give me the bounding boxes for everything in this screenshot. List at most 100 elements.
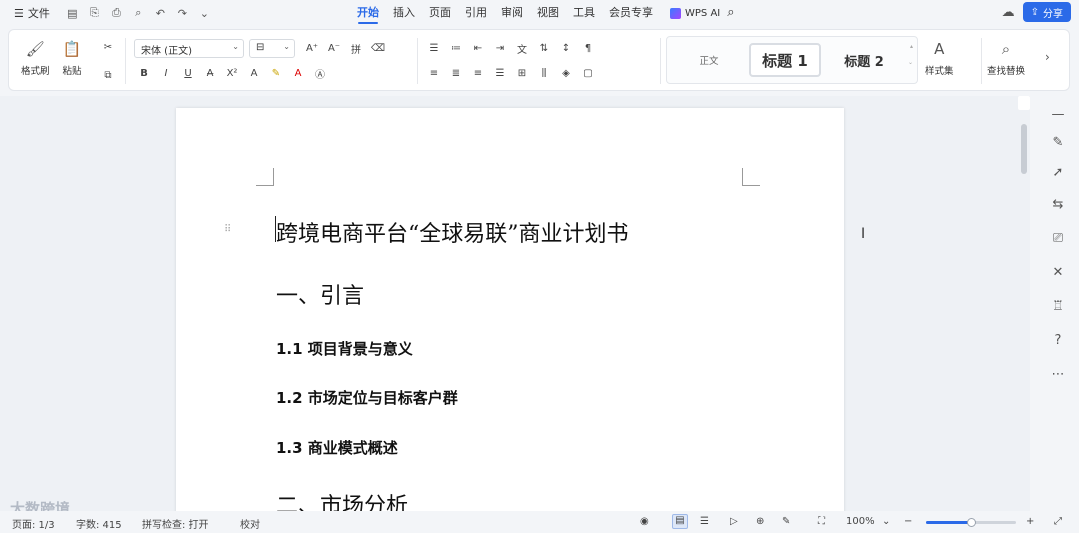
select-icon[interactable]: ➚	[1048, 162, 1068, 182]
save-icon[interactable]: ▤	[66, 7, 79, 20]
ribbon-more-icon[interactable]: ›	[1045, 50, 1050, 64]
page-count[interactable]: 页面: 1/3	[12, 516, 55, 531]
translate-icon[interactable]: ⎚	[1048, 228, 1068, 248]
font-size-select[interactable]: ⊟ ⌄	[249, 39, 295, 58]
paste-button[interactable]: 📋 粘贴	[61, 30, 83, 77]
style-heading-1[interactable]: 标题 1	[749, 43, 821, 77]
underline-icon[interactable]: U	[177, 64, 199, 82]
tools-icon[interactable]: ✕	[1048, 262, 1068, 282]
find-replace-button[interactable]: ⌕ 查找替换	[987, 30, 1025, 77]
word-count[interactable]: 字数: 415	[76, 516, 122, 531]
chevron-down-icon[interactable]: ⌄	[198, 7, 211, 20]
italic-icon[interactable]: I	[155, 64, 177, 82]
search-icon[interactable]: ⌕	[720, 0, 741, 26]
eye-protection-icon[interactable]: ◉	[640, 516, 649, 527]
copy-icon[interactable]: ⧉	[97, 66, 119, 84]
decrease-indent-icon[interactable]: ⇤	[467, 39, 489, 57]
char-shading-icon[interactable]: Ⓐ	[309, 64, 331, 82]
pen-mode-icon[interactable]: ✎	[782, 516, 790, 527]
undo-icon[interactable]: ↶	[154, 7, 167, 20]
fit-page-icon[interactable]: ⛶	[818, 516, 825, 527]
grow-font-icon[interactable]: A⁺	[301, 39, 323, 57]
line-spacing-icon[interactable]: ⇅	[533, 39, 555, 57]
print-icon[interactable]: ⎙	[110, 6, 123, 20]
more-icon[interactable]: ⋯	[1048, 364, 1068, 384]
border-icon[interactable]: ▢	[577, 64, 599, 82]
web-view-icon[interactable]: ⊕	[756, 516, 764, 527]
pen-icon[interactable]: ✎	[1048, 132, 1068, 152]
fill-color-icon[interactable]: ◈	[555, 64, 577, 82]
tab-tools[interactable]: 工具	[566, 0, 602, 26]
text-effect-icon[interactable]: A	[243, 64, 265, 82]
font-name-select[interactable]: 宋体 (正文) ⌄	[134, 39, 244, 58]
zoom-out-icon[interactable]: −	[904, 516, 912, 527]
tab-page[interactable]: 页面	[422, 0, 458, 26]
wps-ai-button[interactable]: WPS AI	[660, 7, 720, 19]
tab-references[interactable]: 引用	[458, 0, 494, 26]
strikethrough-icon[interactable]: A̶	[199, 64, 221, 82]
redo-icon[interactable]: ↷	[176, 7, 189, 20]
numbered-list-icon[interactable]: ≔	[445, 39, 467, 57]
show-marks-icon[interactable]: ¶	[577, 39, 599, 57]
vertical-scrollbar[interactable]	[1018, 96, 1030, 511]
heading-1-1[interactable]: 1.1 项目背景与意义	[276, 338, 413, 359]
zoom-slider-knob[interactable]	[966, 518, 976, 527]
help-icon[interactable]: ?	[1048, 330, 1068, 350]
proofread-button[interactable]: 校对	[240, 516, 260, 531]
justify-icon[interactable]: ☰	[489, 64, 511, 82]
column-icon[interactable]: ⫼	[533, 64, 555, 82]
superscript-icon[interactable]: X²	[221, 64, 243, 82]
increase-indent-icon[interactable]: ⇥	[489, 39, 511, 57]
highlight-icon[interactable]: ✎	[265, 64, 287, 82]
gallery-expand-icon[interactable]: ⌄	[908, 59, 913, 82]
shrink-font-icon[interactable]: A⁻	[323, 39, 345, 57]
export-pdf-icon[interactable]: ⎘	[88, 6, 101, 20]
page-view-icon[interactable]: ▤	[672, 514, 688, 529]
shirt-icon[interactable]: ♖	[1048, 296, 1068, 316]
zoom-level[interactable]: 100%	[846, 516, 875, 527]
tab-home[interactable]: 开始	[350, 0, 386, 26]
adjust-icon[interactable]: ⇆	[1048, 194, 1068, 214]
document-canvas[interactable]: ⠿ 跨境电商平台“全球易联”商业计划书 一、引言 1.1 项目背景与意义 1.2…	[0, 96, 1030, 511]
chinese-layout-icon[interactable]: 文	[511, 39, 533, 57]
document-title[interactable]: 跨境电商平台“全球易联”商业计划书	[276, 216, 629, 248]
location-pin-icon[interactable]	[1018, 96, 1030, 110]
format-painter-button[interactable]: 🖌 格式刷	[21, 30, 50, 77]
tab-member[interactable]: 会员专享	[602, 0, 660, 26]
chevron-down-icon[interactable]: ⌄	[882, 516, 890, 527]
document-page[interactable]: ⠿ 跨境电商平台“全球易联”商业计划书 一、引言 1.1 项目背景与意义 1.2…	[176, 108, 844, 511]
heading-1-3[interactable]: 1.3 商业模式概述	[276, 437, 398, 458]
sort-icon[interactable]: ↕	[555, 39, 577, 57]
collapse-icon[interactable]: —	[1048, 104, 1068, 124]
font-color-icon[interactable]: A	[287, 64, 309, 82]
spell-check-status[interactable]: 拼写检查: 打开	[142, 516, 209, 531]
bold-icon[interactable]: B	[133, 64, 155, 82]
fullscreen-icon[interactable]: ⤢	[1054, 516, 1062, 527]
style-heading-2[interactable]: 标题 2	[827, 43, 901, 77]
scrollbar-thumb[interactable]	[1021, 124, 1027, 174]
tab-review[interactable]: 审阅	[494, 0, 530, 26]
zoom-slider[interactable]	[926, 518, 1016, 527]
zoom-in-icon[interactable]: +	[1026, 516, 1034, 527]
distribute-icon[interactable]: ⊞	[511, 64, 533, 82]
paragraph-drag-handle-icon[interactable]: ⠿	[224, 224, 232, 235]
cloud-sync-icon[interactable]: ☁	[1002, 5, 1015, 20]
share-button[interactable]: ⇪ 分享	[1022, 2, 1071, 22]
heading-1-2[interactable]: 1.2 市场定位与目标客户群	[276, 387, 458, 408]
align-right-icon[interactable]: ≡	[467, 64, 489, 82]
heading-1[interactable]: 一、引言	[276, 278, 364, 310]
style-set-button[interactable]: A 样式集	[925, 30, 954, 77]
cut-icon[interactable]: ✂	[97, 38, 119, 56]
style-normal[interactable]: 正文	[671, 43, 747, 77]
tab-insert[interactable]: 插入	[386, 0, 422, 26]
outline-view-icon[interactable]: ☰	[700, 516, 709, 527]
play-icon[interactable]: ▷	[730, 516, 738, 527]
heading-2[interactable]: 二、市场分析	[276, 488, 408, 511]
phonetic-icon[interactable]: 拼	[345, 39, 367, 57]
tab-view[interactable]: 视图	[530, 0, 566, 26]
file-menu[interactable]: ☰ 文件	[0, 5, 58, 21]
print-preview-icon[interactable]: ⌕	[132, 6, 145, 20]
clear-format-icon[interactable]: ⌫	[367, 39, 389, 57]
bullet-list-icon[interactable]: ☰	[423, 39, 445, 57]
align-center-icon[interactable]: ≣	[445, 64, 467, 82]
